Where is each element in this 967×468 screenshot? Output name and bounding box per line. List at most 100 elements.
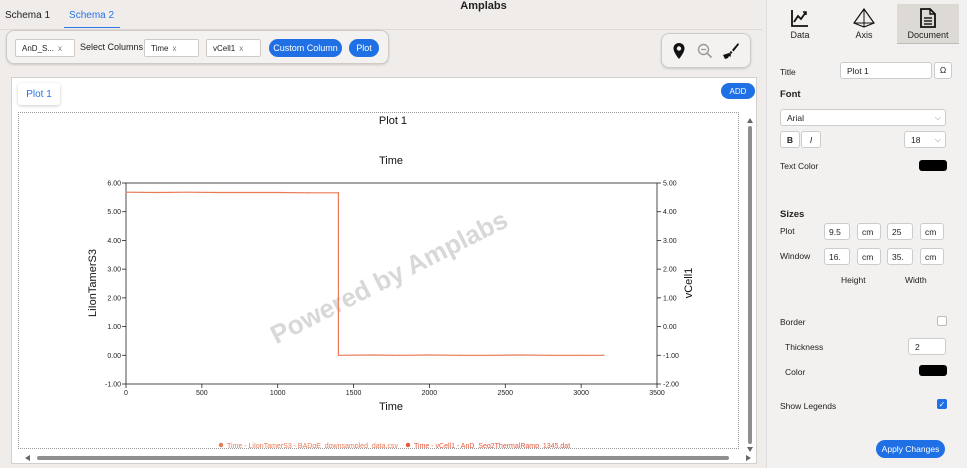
- title-label: Title: [780, 67, 796, 77]
- vertical-scrollbar[interactable]: [747, 118, 753, 452]
- horizontal-scroll-thumb[interactable]: [37, 456, 729, 460]
- font-size-select[interactable]: 18 ⌵: [904, 131, 946, 148]
- y-tick-label: -1.00: [105, 382, 121, 389]
- plot-canvas[interactable]: Powered by Amplabs Plot 1 Time Time LiIonTam…: [18, 112, 739, 449]
- legend-marker: [218, 442, 224, 448]
- remove-column-icon[interactable]: x: [172, 44, 176, 53]
- show-legends-label: Show Legends: [780, 401, 837, 411]
- window-width-unit: cm: [920, 248, 944, 265]
- thickness-label: Thickness: [785, 342, 824, 352]
- font-family-value: Arial: [787, 113, 805, 123]
- border-color-label: Color: [785, 367, 806, 377]
- font-size-value: 18: [911, 135, 921, 145]
- chevron-down-icon: ⌵: [934, 113, 941, 122]
- tab-plot-1[interactable]: Plot 1: [18, 83, 60, 105]
- y2-axis-label: vCell1: [683, 268, 695, 299]
- data-point: [186, 191, 188, 193]
- y-tick-label: 1.00: [107, 324, 121, 331]
- y-tick-label: 4.00: [107, 238, 121, 245]
- y2-tick-label: 0.00: [663, 324, 677, 331]
- show-legends-checkbox[interactable]: ✓: [937, 399, 947, 409]
- window-size-label: Window: [780, 251, 811, 261]
- location-pin-icon[interactable]: [670, 42, 688, 60]
- border-label: Border: [780, 317, 806, 327]
- plot-button[interactable]: Plot: [349, 39, 379, 57]
- line-chart-icon: [791, 10, 808, 27]
- plot-width-input[interactable]: [887, 223, 913, 240]
- text-color-label: Text Color: [780, 161, 819, 171]
- data-point: [519, 354, 522, 356]
- data-point: [337, 354, 339, 356]
- y2-tick-label: 1.00: [663, 295, 677, 302]
- schema-tabs: Schema 1 Schema 2: [0, 8, 128, 28]
- brush-icon[interactable]: [722, 42, 740, 60]
- watermark-text: Powered by Amplabs: [265, 204, 512, 350]
- data-point: [428, 354, 431, 356]
- chart-subtitle: Time: [379, 155, 403, 167]
- data-point: [337, 192, 339, 194]
- italic-button[interactable]: I: [801, 131, 821, 148]
- y2-tick-label: 5.00: [663, 181, 677, 188]
- tab-document-label: Document: [907, 30, 949, 40]
- data-point: [459, 354, 461, 356]
- apply-changes-button[interactable]: Apply Changes: [876, 440, 945, 458]
- remove-column-icon[interactable]: x: [239, 44, 243, 53]
- data-point: [603, 354, 605, 356]
- column-chip-vcell1[interactable]: vCell1 x: [206, 39, 261, 57]
- x-axis-label: Time: [379, 401, 403, 413]
- column-chip-label: Time: [151, 44, 169, 53]
- y2-tick-label: -1.00: [663, 353, 679, 360]
- data-point: [216, 191, 218, 194]
- text-color-swatch[interactable]: [919, 160, 947, 171]
- x-tick-label: 500: [196, 390, 208, 397]
- data-point: [580, 354, 582, 356]
- tab-document[interactable]: Document: [897, 4, 959, 44]
- tab-axis[interactable]: Axis: [833, 4, 895, 44]
- horizontal-scrollbar[interactable]: [25, 454, 751, 462]
- x-tick-label: 2500: [497, 390, 513, 397]
- plot-height-input[interactable]: [824, 223, 850, 240]
- x-tick-label: 1000: [270, 390, 286, 397]
- y2-tick-label: 2.00: [663, 267, 677, 274]
- vertical-scroll-thumb[interactable]: [748, 126, 752, 444]
- column-toolbar: AnD_S... x Select Columns : Time x vCell…: [6, 30, 389, 64]
- legend-entry: Time - vCell1 - AnD_Seq2ThermalRamp_1345…: [414, 443, 570, 449]
- thickness-input[interactable]: [908, 338, 946, 355]
- width-column-label: Width: [905, 275, 927, 285]
- x-tick-label: 1500: [346, 390, 362, 397]
- add-plot-button[interactable]: ADD: [721, 83, 755, 99]
- sizes-heading: Sizes: [780, 209, 805, 220]
- x-tick-label: 0: [124, 390, 128, 397]
- file-chip[interactable]: AnD_S... x: [15, 39, 75, 57]
- plot-height-unit: cm: [857, 223, 881, 240]
- x-tick-label: 2000: [422, 390, 438, 397]
- window-height-input[interactable]: [824, 248, 850, 265]
- data-point: [155, 191, 157, 194]
- title-input[interactable]: [840, 62, 932, 79]
- remove-file-icon[interactable]: x: [58, 44, 62, 53]
- bold-button[interactable]: B: [780, 131, 800, 148]
- data-point: [125, 191, 127, 193]
- border-color-swatch[interactable]: [919, 365, 947, 376]
- x-tick-label: 3500: [649, 390, 665, 397]
- y-tick-label: 2.00: [107, 295, 121, 302]
- tab-axis-label: Axis: [855, 30, 873, 40]
- window-width-input[interactable]: [887, 248, 913, 265]
- y-tick-label: 0.00: [107, 353, 121, 360]
- zoom-out-icon[interactable]: [696, 42, 714, 60]
- font-family-select[interactable]: Arial ⌵: [780, 109, 946, 126]
- chevron-down-icon: ⌵: [934, 135, 941, 144]
- window-height-unit: cm: [857, 248, 881, 265]
- data-point: [246, 191, 248, 194]
- legend-entry: Time - LiIonTamerS3 - BADgE_downsampled_…: [227, 443, 398, 449]
- x-tick-label: 3000: [573, 390, 589, 397]
- tab-schema-2[interactable]: Schema 2: [64, 8, 121, 28]
- y2-tick-label: 4.00: [663, 209, 677, 216]
- tab-data[interactable]: Data: [769, 4, 831, 44]
- tab-schema-1[interactable]: Schema 1: [0, 8, 56, 28]
- font-heading: Font: [780, 89, 801, 100]
- custom-column-button[interactable]: Custom Column: [269, 39, 342, 57]
- special-char-button[interactable]: Ω: [934, 62, 952, 79]
- border-checkbox[interactable]: [937, 316, 947, 326]
- column-chip-time[interactable]: Time x: [144, 39, 199, 57]
